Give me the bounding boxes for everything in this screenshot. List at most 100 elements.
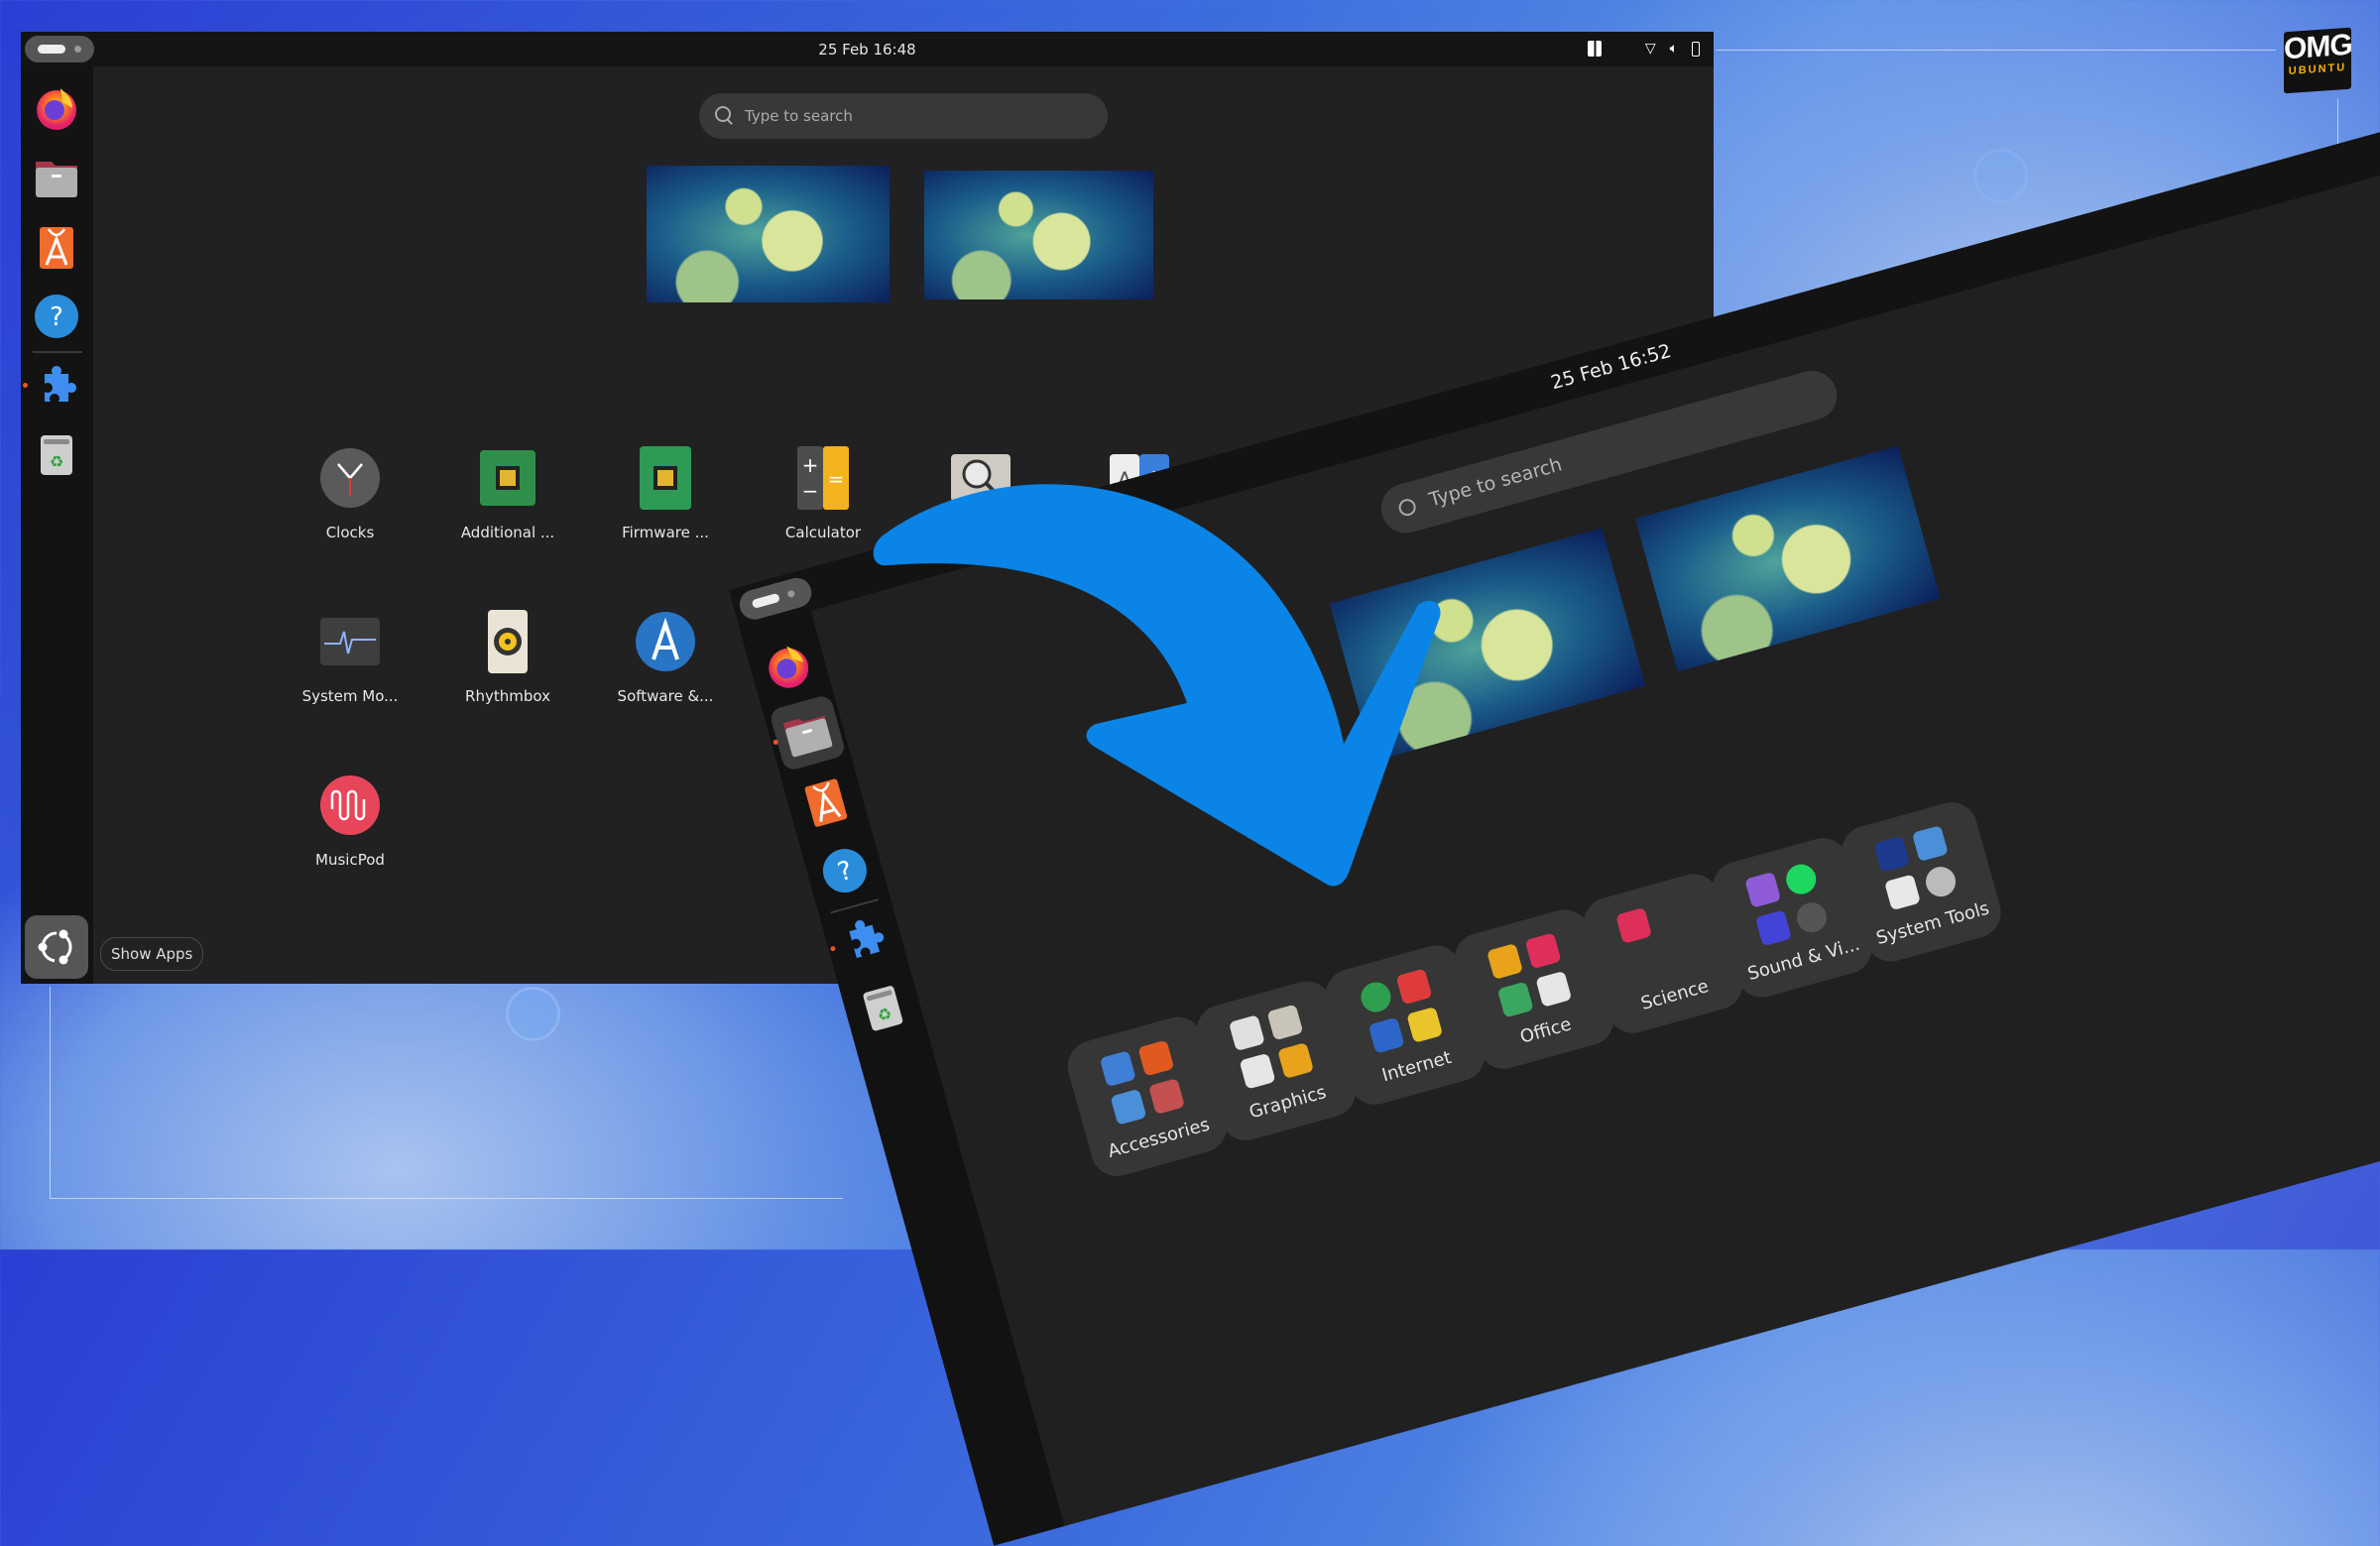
app-label: System Mo... [301,687,399,705]
show-apps-button[interactable] [25,915,88,979]
clock-icon [318,446,382,510]
workspace-thumbnail-2[interactable] [1635,445,1941,672]
dock-separator [830,898,880,914]
app-label: MusicPod [315,851,385,869]
shark-icon [1368,1016,1405,1054]
wifi-icon[interactable]: ▽ [1645,40,1656,58]
running-indicator [829,945,837,952]
dock-item-extension-manager[interactable] [835,910,893,969]
running-indicator [23,383,28,388]
dock-item-help[interactable]: ? [815,842,874,900]
dock-item-firefox[interactable] [759,637,817,695]
folder-label: System Tools [1873,897,1992,950]
top-bar: 25 Feb 16:48 ▽ 🔈︎ [21,32,1714,66]
dock: ? ♻ [740,610,1065,1546]
workspace-thumbnail-2[interactable] [924,171,1153,299]
wallpaper-bubble [506,987,560,1041]
folder-preview [1487,932,1575,1020]
firefox-icon [37,88,76,130]
search-placeholder: Type to search [1426,453,1565,512]
layout-icon[interactable] [1587,41,1602,57]
image-viewer-icon [1266,1004,1304,1041]
chip-icon [476,446,539,510]
dock-separator [33,351,82,353]
system-tray[interactable]: ▽ 🔈︎ [1587,40,1700,58]
search-placeholder: Type to search [745,107,853,125]
calculator-icon: + − = [791,446,855,510]
help-icon: ? [822,849,867,893]
dock-item-firefox[interactable] [33,84,80,132]
app-tile[interactable]: System Mo... [286,610,415,705]
app-label: Firmware ... [622,524,709,541]
app-label: Software &... [617,687,714,705]
folder-label: Science [1638,976,1712,1014]
app-tile[interactable]: Clocks [286,446,415,541]
clapper-icon [1754,909,1792,947]
firmware-icon [634,446,697,510]
trash-icon: ♻ [863,986,903,1031]
omg-ubuntu-logo: OMG UBUNTU [2284,27,2352,94]
math-icon [1615,906,1653,944]
dock-item-help[interactable]: ? [33,293,80,340]
app-center-icon [804,778,848,827]
frame-line [50,987,51,1198]
folder-label: Accessories [1105,1114,1213,1162]
app-tile[interactable]: Software &... [601,610,730,705]
dock-item-trash[interactable]: ♻ [854,979,912,1037]
document-scanner-icon [1535,970,1573,1008]
tuba-icon [1406,1006,1444,1043]
show-apps-tooltip: Show Apps [100,937,204,971]
battery-icon[interactable] [1692,41,1700,57]
clock[interactable]: 25 Feb 16:48 [21,41,1714,59]
folder-label: Internet [1379,1046,1454,1087]
folder-label: Graphics [1247,1081,1329,1124]
dock-item-app-center[interactable] [796,773,855,831]
app-tile[interactable]: Rhythmbox [443,610,572,705]
folder-preview [1744,861,1833,949]
screenshot-icon [1148,1078,1185,1116]
trash-icon: ♻ [41,435,72,475]
stack-icon [1496,981,1534,1018]
file-roller-icon [1911,825,1949,863]
text-editor-icon [1099,1050,1136,1088]
folder-label: Sound & Vi... [1745,933,1862,986]
dock-item-files[interactable] [768,693,847,773]
app-tile[interactable]: + − = Calculator [759,446,888,541]
app-tile[interactable]: Firmware ... [601,446,730,541]
svg-text:?: ? [50,302,63,332]
impress-icon [1487,943,1524,980]
math-icon [1524,932,1562,970]
image-viewer-icon [949,446,1012,510]
workspace-thumbnail-1[interactable] [647,166,890,302]
dock-item-extension-manager[interactable] [33,362,80,410]
dock-item-trash[interactable]: ♻ [33,431,80,479]
impress-icon [1277,1042,1315,1079]
password-safe-icon [1137,1039,1175,1077]
help-icon: ? [35,295,78,338]
terminal-blue-icon [1873,835,1911,873]
workspace-indicator-active [751,592,780,610]
dock-item-app-center[interactable] [33,223,80,271]
folder-preview [1357,968,1446,1056]
folder-label: Office [1517,1013,1574,1048]
svg-text:=: = [828,467,845,491]
rhythmbox-icon [476,610,539,673]
svg-text:♻: ♻ [50,452,63,471]
spotify-icon [1782,861,1820,898]
workspace-thumbnail-1[interactable] [1329,528,1646,762]
vivaldi-icon [1395,968,1433,1006]
musicpod-icon [318,773,382,837]
app-tile[interactable]: MusicPod [286,773,415,869]
search-input[interactable]: Type to search [699,93,1108,139]
volume-icon[interactable]: 🔈︎ [1670,40,1678,58]
files-icon [36,162,77,197]
app-tile[interactable]: Additional ... [443,446,572,541]
ubuntu-logo-icon [38,929,72,965]
settings-icon [1922,863,1960,900]
dock-item-files[interactable] [33,154,80,201]
app-label: Clocks [325,524,375,541]
workspace-indicator [786,589,796,599]
folder-preview [1228,1004,1317,1092]
document-scanner-icon [1239,1052,1276,1090]
chrome-icon [1357,979,1394,1016]
